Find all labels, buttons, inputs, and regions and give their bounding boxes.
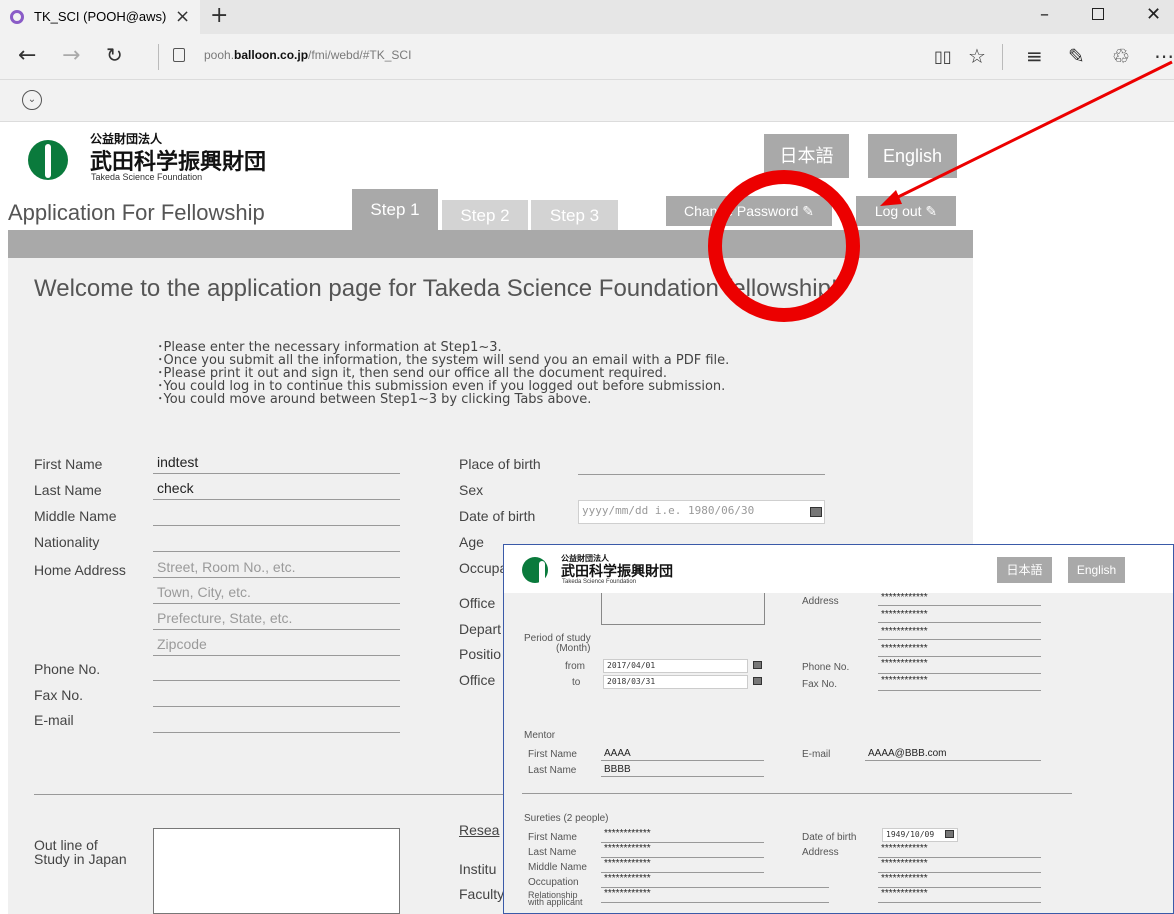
arrow-head (880, 190, 902, 206)
arrow-line (895, 60, 1173, 200)
pointer-arrow-annotation (880, 60, 1173, 206)
